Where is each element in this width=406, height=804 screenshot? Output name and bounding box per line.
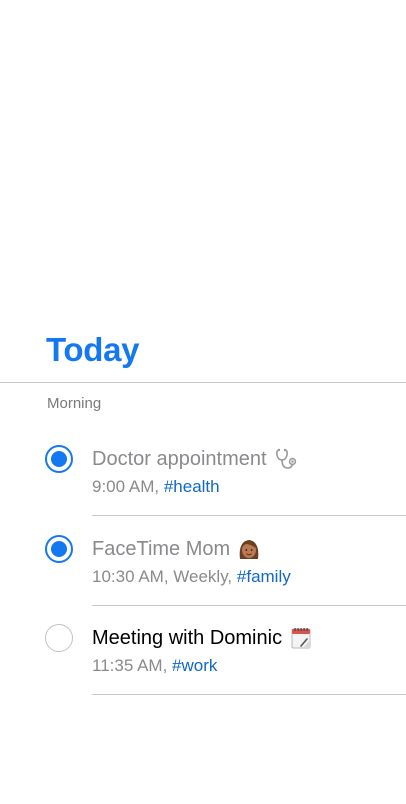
- task-time: 9:00 AM,: [92, 477, 164, 496]
- task-time: 11:35 AM,: [92, 656, 173, 675]
- stethoscope-icon: [274, 447, 298, 471]
- woman-face-icon: [237, 537, 261, 561]
- task-meta: 9:00 AM, #health: [92, 476, 220, 498]
- task-meta: 10:30 AM, Weekly, #family: [92, 566, 291, 588]
- task-title: FaceTime Mom: [92, 538, 231, 560]
- header-divider: [0, 382, 406, 383]
- section-label: Morning: [47, 395, 102, 412]
- task-title-row: FaceTime Mom: [92, 536, 261, 562]
- task-time: 10:30 AM, Weekly,: [92, 567, 237, 586]
- tag-link[interactable]: #work: [172, 656, 217, 675]
- task-title-row: Meeting with Dominic: [92, 625, 313, 651]
- notepad-icon: [289, 626, 313, 650]
- task-title: Meeting with Dominic: [92, 627, 283, 649]
- task-row[interactable]: Meeting with Dominic 11:35 AM, #work: [0, 624, 406, 714]
- task-title: Doctor appointment: [92, 448, 267, 470]
- completed-checkbox[interactable]: [45, 445, 73, 473]
- row-divider: [92, 605, 406, 606]
- page-title: Today: [46, 331, 140, 368]
- tag-link[interactable]: #family: [237, 567, 291, 586]
- row-divider: [92, 694, 406, 695]
- tag-link[interactable]: #health: [164, 477, 220, 496]
- completed-checkbox[interactable]: [45, 535, 73, 563]
- row-divider: [92, 515, 406, 516]
- task-meta: 11:35 AM, #work: [92, 655, 217, 677]
- incomplete-checkbox[interactable]: [45, 624, 73, 652]
- task-title-row: Doctor appointment: [92, 446, 298, 472]
- task-row[interactable]: FaceTime Mom 10:30 AM, Weekly, #family: [0, 535, 406, 625]
- task-row[interactable]: Doctor appointment 9:00 AM, #health: [0, 445, 406, 535]
